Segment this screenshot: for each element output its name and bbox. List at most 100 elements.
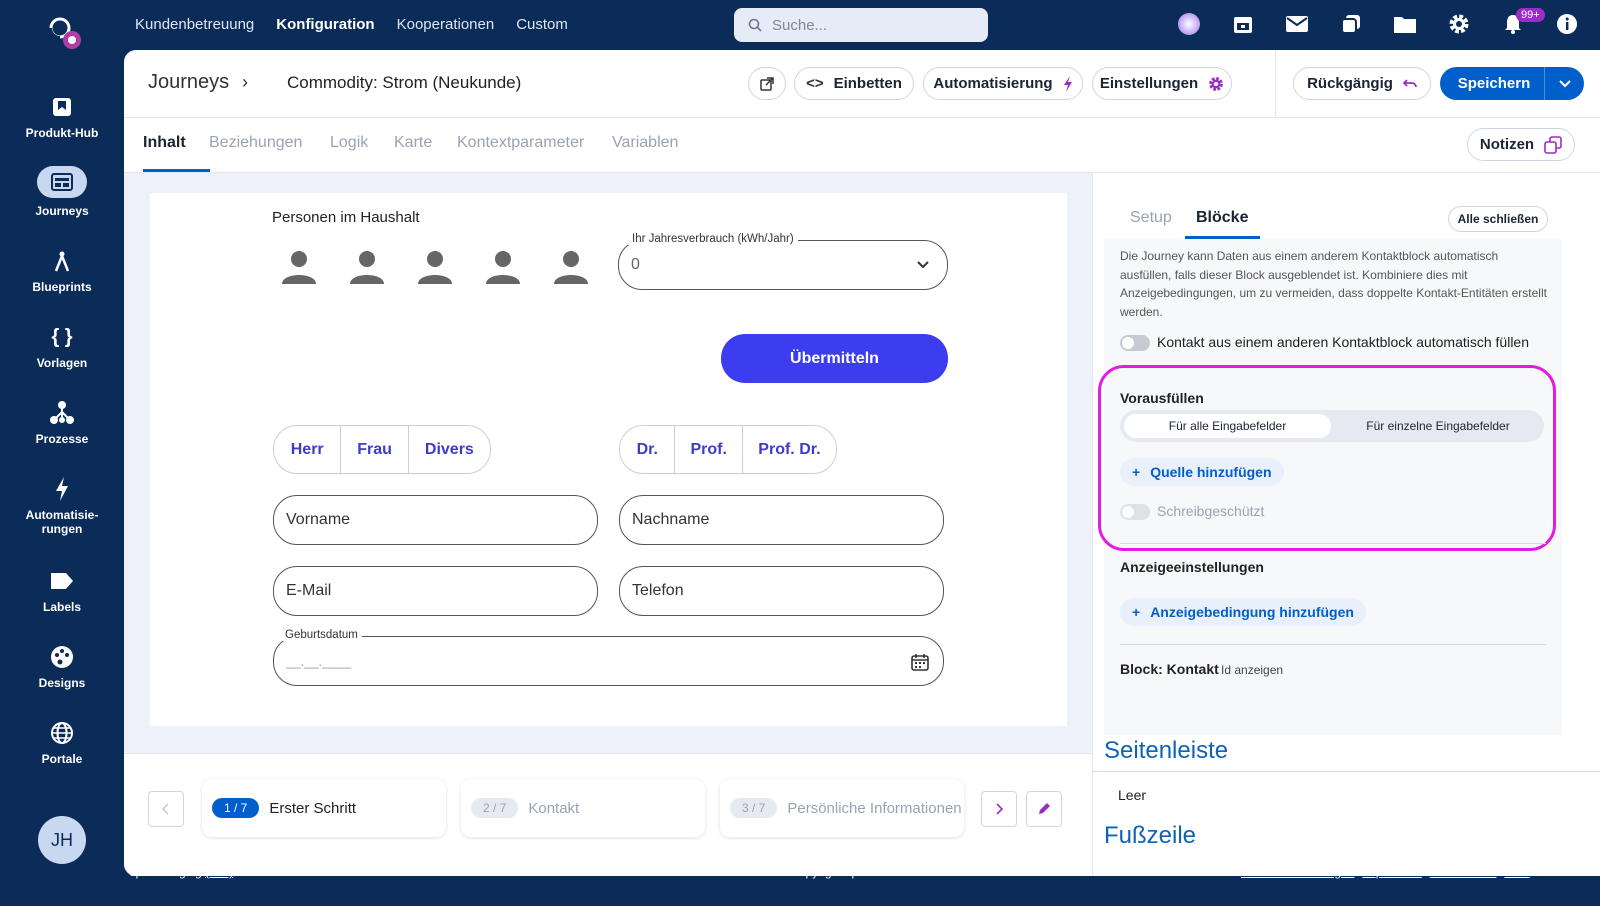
email-field[interactable]: E-Mail <box>273 566 598 616</box>
edit-steps-button[interactable] <box>1026 791 1062 827</box>
gear-icon[interactable] <box>1446 10 1472 38</box>
salutation-herr[interactable]: Herr <box>274 426 342 473</box>
sidebar-item-label: Labels <box>42 600 81 614</box>
birthdate-field[interactable]: __.__.____ <box>273 636 944 686</box>
tab-inhalt[interactable]: Inhalt <box>143 134 186 152</box>
sidebar-item-automatisierungen[interactable]: Automatisie-rungen <box>0 476 124 536</box>
phone-field[interactable]: Telefon <box>619 566 944 616</box>
step-card-1[interactable]: 1 / 7 Erster Schritt <box>202 779 446 837</box>
tab-beziehungen[interactable]: Beziehungen <box>209 134 302 152</box>
undo-button[interactable]: Rückgängig <box>1293 67 1431 100</box>
sidebar-item-produkt-hub[interactable]: Produkt-Hub <box>0 94 124 140</box>
step-card-3[interactable]: 3 / 7 Persönliche Informationen <box>720 779 964 837</box>
notes-button[interactable]: Notizen <box>1467 128 1575 161</box>
avatar[interactable]: JH <box>38 816 86 864</box>
next-step-button[interactable] <box>981 791 1017 827</box>
tab-bloecke[interactable]: Blöcke <box>1196 209 1248 227</box>
calendar-icon[interactable] <box>1230 10 1256 38</box>
ai-orb-icon[interactable] <box>1176 10 1202 38</box>
add-source-button[interactable]: + Quelle hinzufügen <box>1120 458 1284 486</box>
tab-karte[interactable]: Karte <box>394 134 432 152</box>
consumption-select[interactable]: 0 <box>618 240 948 290</box>
consumption-label: Ihr Jahresverbrauch (kWh/Jahr) <box>628 233 798 245</box>
environment-link[interactable]: (728) <box>205 865 233 879</box>
person-icon[interactable] <box>416 248 454 286</box>
tab-setup[interactable]: Setup <box>1130 209 1172 227</box>
cookie-settings-link[interactable]: Cookie-Einstellungen <box>1241 865 1354 879</box>
chevron-down-icon[interactable] <box>1544 67 1584 100</box>
step-card-2[interactable]: 2 / 7 Kontakt <box>461 779 705 837</box>
mail-icon[interactable] <box>1284 10 1310 38</box>
automation-button[interactable]: Automatisierung <box>923 67 1083 100</box>
open-external-button[interactable] <box>748 67 786 100</box>
sidebar-item-prozesse[interactable]: Prozesse <box>0 400 124 446</box>
show-id-link[interactable]: Id anzeigen <box>1221 663 1283 677</box>
nav-kundenbetreuung[interactable]: Kundenbetreuung <box>135 16 254 33</box>
block-settings-panel: Setup Blöcke Alle schließen Die Journey … <box>1092 173 1600 876</box>
search-input[interactable]: Suche... <box>734 8 988 42</box>
folder-icon[interactable] <box>1392 10 1418 38</box>
tab-variablen[interactable]: Variablen <box>612 134 678 152</box>
save-label: Speichern <box>1457 75 1531 92</box>
calendar-icon[interactable] <box>911 653 929 671</box>
add-condition-button[interactable]: + Anzeigebedingung hinzufügen <box>1120 598 1366 626</box>
agb-link[interactable]: AGB <box>1504 865 1529 879</box>
minimize-icon[interactable]: — <box>1538 865 1550 879</box>
title-prof-dr[interactable]: Prof. Dr. <box>743 426 836 473</box>
prefill-single-option[interactable]: Für einzelne Eingabefelder <box>1338 414 1538 438</box>
title-dr[interactable]: Dr. <box>620 426 676 473</box>
braces-icon: { } <box>51 325 73 348</box>
settings-button[interactable]: Einstellungen <box>1092 67 1232 100</box>
sidebar-item-portale[interactable]: Portale <box>0 720 124 766</box>
sidebar-item-journeys[interactable]: Journeys <box>0 166 124 218</box>
search-icon <box>748 18 762 32</box>
sidebar-item-label: Portale <box>41 752 83 766</box>
nav-konfiguration[interactable]: Konfiguration <box>276 16 374 33</box>
bell-icon[interactable]: 99+ <box>1500 8 1545 38</box>
top-bar: Kundenbetreuung Konfiguration Kooperatio… <box>0 0 1600 50</box>
breadcrumb-journeys[interactable]: Journeys <box>148 71 229 94</box>
firstname-field[interactable]: Vorname <box>273 495 598 545</box>
search-placeholder: Suche... <box>772 16 828 34</box>
impressum-link[interactable]: Impressum <box>1362 865 1421 879</box>
title-prof[interactable]: Prof. <box>675 426 743 473</box>
salutation-frau[interactable]: Frau <box>341 426 409 473</box>
notification-badge: 99+ <box>1516 8 1545 22</box>
person-icon[interactable] <box>484 248 522 286</box>
sidebar-item-vorlagen[interactable]: { } Vorlagen <box>0 324 124 371</box>
close-all-button[interactable]: Alle schließen <box>1448 206 1548 232</box>
prefill-all-option[interactable]: Für alle Eingabefelder <box>1124 414 1331 438</box>
footer-section-heading[interactable]: Fußzeile <box>1104 822 1196 850</box>
save-button[interactable]: Speichern <box>1440 67 1584 100</box>
salutation-buttons: Herr Frau Divers <box>273 425 491 474</box>
sidebar-section-heading[interactable]: Seitenleiste <box>1104 737 1228 765</box>
lastname-field[interactable]: Nachname <box>619 495 944 545</box>
info-icon[interactable] <box>1554 10 1580 38</box>
autofill-toggle[interactable] <box>1120 335 1150 351</box>
tab-kontextparameter[interactable]: Kontextparameter <box>457 134 584 152</box>
tab-logik[interactable]: Logik <box>330 134 368 152</box>
nav-kooperationen[interactable]: Kooperationen <box>397 16 495 33</box>
nav-custom[interactable]: Custom <box>516 16 568 33</box>
divider <box>1120 644 1546 645</box>
copy-icon[interactable] <box>1338 10 1364 38</box>
person-icon[interactable] <box>552 248 590 286</box>
readonly-toggle[interactable] <box>1120 504 1150 520</box>
sidebar-item-label-line2: rungen <box>41 522 83 536</box>
datenschutz-link[interactable]: Datenschutz <box>1430 865 1497 879</box>
left-sidebar: Produkt-Hub Journeys Blueprints { } Vorla… <box>0 50 124 906</box>
divider <box>1275 50 1276 118</box>
salutation-divers[interactable]: Divers <box>409 426 490 473</box>
person-icon[interactable] <box>348 248 386 286</box>
prev-step-button[interactable] <box>148 791 184 827</box>
embed-button[interactable]: <> Einbetten <box>794 67 914 100</box>
epilot-logo[interactable] <box>44 12 84 52</box>
submit-button[interactable]: Übermitteln <box>721 334 948 383</box>
sidebar-item-blueprints[interactable]: Blueprints <box>0 248 124 294</box>
sidebar-item-labels[interactable]: Labels <box>0 568 124 614</box>
person-icon[interactable] <box>280 248 318 286</box>
display-settings-title: Anzeigeeinstellungen <box>1120 559 1264 575</box>
sidebar-item-designs[interactable]: Designs <box>0 644 124 690</box>
divider <box>1093 771 1600 772</box>
chevron-left-icon <box>162 803 169 815</box>
